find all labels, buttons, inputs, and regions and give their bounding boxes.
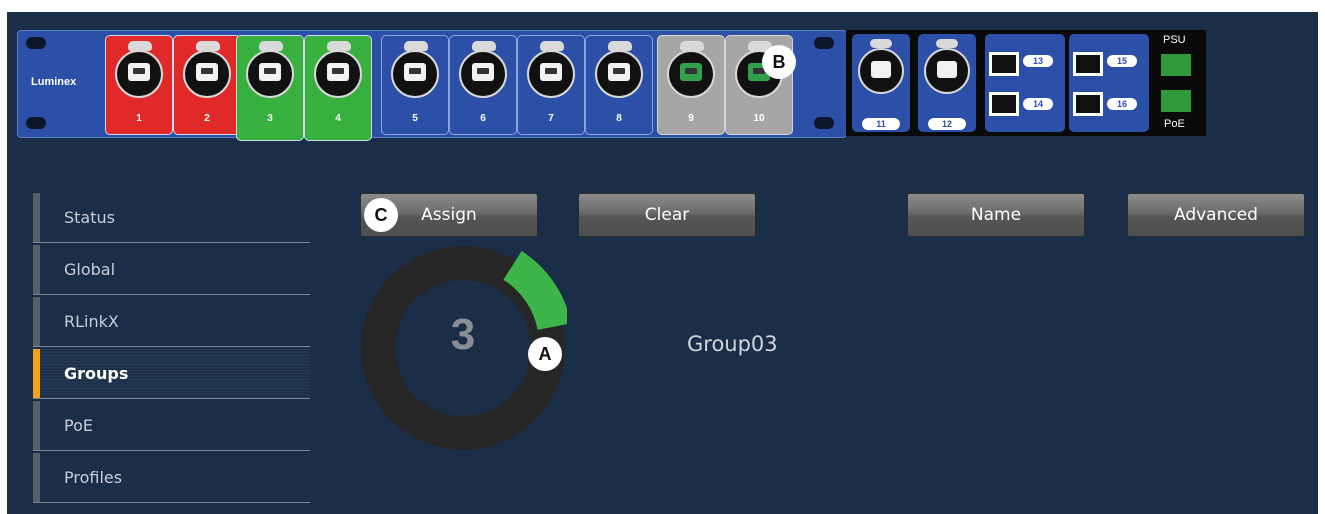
sidebar-item-label: Profiles (64, 468, 123, 487)
port-number: 8 (616, 113, 622, 124)
port-9[interactable]: 9 (657, 35, 725, 135)
port-5[interactable]: 5 (381, 35, 449, 135)
sfp-port-icon[interactable] (989, 92, 1019, 116)
ethercon-connector-icon (595, 50, 643, 98)
sfp-port-icon[interactable] (989, 52, 1019, 76)
sidebar-item-label: Status (64, 208, 115, 227)
port-number: 5 (412, 113, 418, 124)
ethercon-connector-icon (246, 50, 294, 98)
poe-status-led (1161, 90, 1191, 112)
port-12[interactable]: 12 (918, 34, 976, 132)
port-latch (870, 39, 892, 48)
nav-indicator (33, 297, 40, 346)
sidebar-item-label: Groups (64, 364, 129, 383)
nav-indicator (33, 193, 40, 242)
rack-mount-hole (814, 37, 834, 49)
sidebar-item-status[interactable]: Status (33, 193, 310, 243)
ethercon-connector-icon (858, 48, 904, 94)
port-7[interactable]: 7 (517, 35, 585, 135)
port-number: 12 (928, 118, 966, 130)
port-number: 14 (1023, 98, 1053, 110)
port-3[interactable]: 3 (236, 35, 304, 141)
app-window: Luminex 1 2 3 4 5 6 7 8 9 10 11 12 13 14… (7, 12, 1318, 514)
port-6[interactable]: 6 (449, 35, 517, 135)
port-latch (936, 39, 958, 48)
ethercon-connector-icon (667, 50, 715, 98)
sidebar-item-rlinkx[interactable]: RLinkX (33, 297, 310, 347)
ethercon-connector-icon (527, 50, 575, 98)
port-1[interactable]: 1 (105, 35, 173, 135)
ethercon-connector-icon (183, 50, 231, 98)
port-2[interactable]: 2 (173, 35, 241, 135)
port-number: 2 (204, 113, 210, 124)
nav-indicator (33, 401, 40, 450)
nav-indicator (33, 349, 40, 398)
port-number: 4 (335, 113, 341, 124)
sidebar-item-groups[interactable]: Groups (33, 349, 310, 399)
sfp-block-15-16: 15 16 (1069, 34, 1149, 132)
callout-c: C (364, 198, 398, 232)
advanced-button[interactable]: Advanced (1127, 193, 1305, 237)
psu-status-led (1161, 54, 1191, 76)
nav-indicator (33, 453, 40, 502)
sfp-port-icon[interactable] (1073, 92, 1103, 116)
callout-a: A (528, 337, 562, 371)
port-4[interactable]: 4 (304, 35, 372, 141)
sidebar-nav: Status Global RLinkX Groups PoE Profiles (33, 193, 310, 505)
port-number: 11 (862, 118, 900, 130)
rack-mount-hole (26, 117, 46, 129)
brand-logo: Luminex (31, 76, 77, 88)
ethercon-connector-icon (924, 48, 970, 94)
port-number: 3 (267, 113, 273, 124)
ethercon-connector-icon (391, 50, 439, 98)
psu-label: PSU (1163, 34, 1186, 46)
sidebar-item-poe[interactable]: PoE (33, 401, 310, 451)
rack-mount-hole (814, 117, 834, 129)
ethercon-connector-icon (314, 50, 362, 98)
sidebar-item-label: Global (64, 260, 116, 279)
ethercon-connector-icon (459, 50, 507, 98)
port-number: 1 (136, 113, 142, 124)
port-number: 13 (1023, 55, 1053, 67)
device-front-panel: Luminex 1 2 3 4 5 6 7 8 9 10 (17, 30, 847, 141)
port-number: 10 (753, 113, 765, 124)
sidebar-item-global[interactable]: Global (33, 245, 310, 295)
port-number: 9 (688, 113, 694, 124)
sidebar-item-label: PoE (64, 416, 93, 435)
port-number: 6 (480, 113, 486, 124)
sfp-port-icon[interactable] (1073, 52, 1103, 76)
callout-b: B (762, 45, 796, 79)
port-number: 16 (1107, 98, 1137, 110)
port-11[interactable]: 11 (852, 34, 910, 132)
port-8[interactable]: 8 (585, 35, 653, 135)
rack-mount-hole (26, 37, 46, 49)
sfp-block-13-14: 13 14 (985, 34, 1065, 132)
name-button[interactable]: Name (907, 193, 1085, 237)
sidebar-item-profiles[interactable]: Profiles (33, 453, 310, 503)
ethercon-connector-icon (115, 50, 163, 98)
clear-button[interactable]: Clear (578, 193, 756, 237)
sidebar-item-label: RLinkX (64, 312, 119, 331)
poe-label: PoE (1164, 118, 1185, 130)
port-number: 15 (1107, 55, 1137, 67)
expansion-module: 11 12 13 14 15 16 PSU PoE (846, 30, 1206, 136)
port-number: 7 (548, 113, 554, 124)
group-name: Group03 (687, 332, 778, 356)
nav-indicator (33, 245, 40, 294)
